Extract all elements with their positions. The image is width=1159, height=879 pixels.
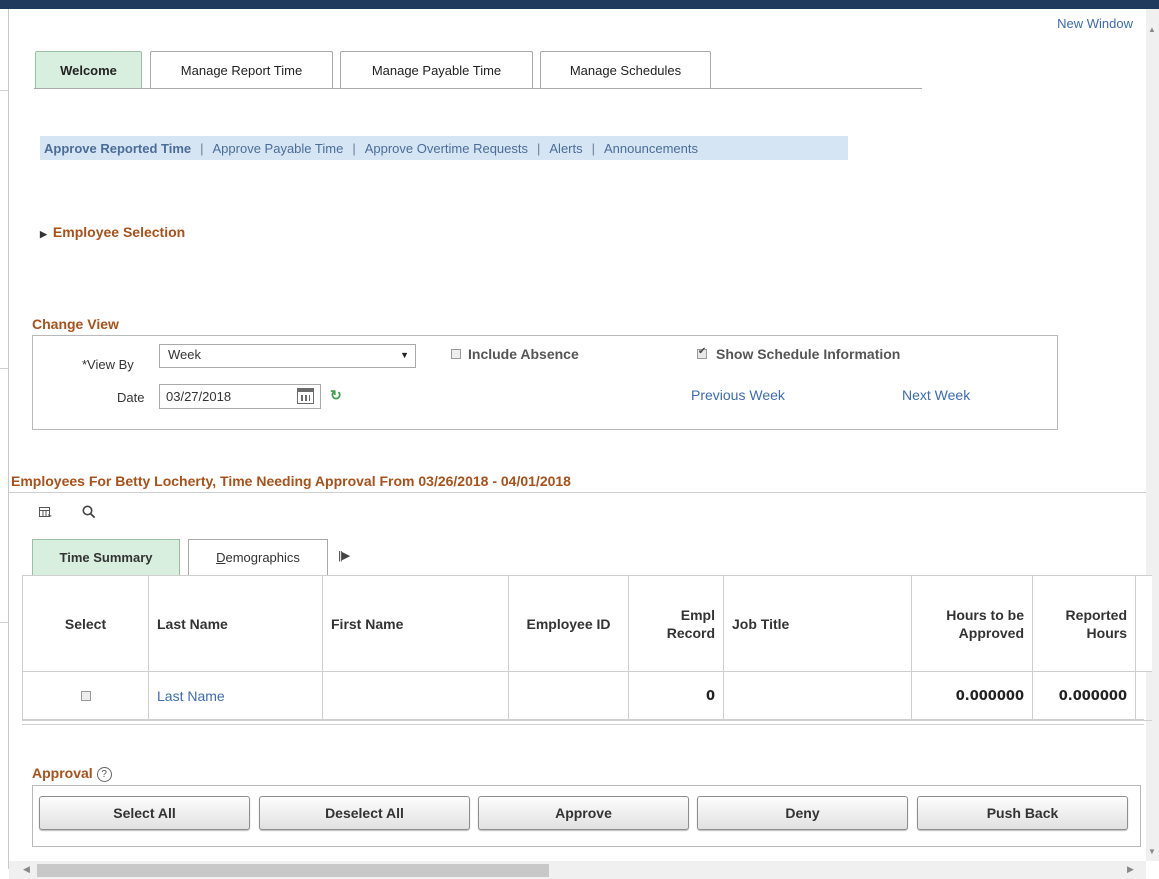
vertical-scrollbar[interactable]: ▲ ▼ <box>1146 9 1159 861</box>
select-all-button[interactable]: Select All <box>39 796 250 830</box>
employee-table: Select Last Name First Name Employee ID … <box>22 575 1152 721</box>
view-by-label: *View By <box>82 357 134 372</box>
empl-record-cell: 0 <box>628 671 724 721</box>
view-by-select[interactable]: Week ▼ <box>159 344 416 368</box>
tab-manage-schedules[interactable]: Manage Schedules <box>540 51 711 88</box>
new-window-link[interactable]: New Window <box>1057 16 1133 31</box>
subnav-announcements[interactable]: Announcements <box>604 141 698 156</box>
show-schedule-label: Show Schedule Information <box>716 346 901 362</box>
hours-to-be-approved-cell: 0.000000 <box>911 671 1033 721</box>
subnav-approve-reported-time[interactable]: Approve Reported Time <box>44 141 191 156</box>
refresh-icon[interactable]: ↻ <box>330 387 342 404</box>
tab-manage-report-time[interactable]: Manage Report Time <box>150 51 333 88</box>
include-absence-option: Include Absence <box>451 346 579 362</box>
overflow-cell <box>1135 671 1152 721</box>
subnav-alerts[interactable]: Alerts <box>549 141 582 156</box>
reported-hours-cell: 0.000000 <box>1032 671 1136 721</box>
column-header-select: Select <box>22 575 149 672</box>
dropdown-caret-icon: ▼ <box>400 350 409 360</box>
top-bar <box>0 0 1159 9</box>
first-name-cell <box>322 671 509 721</box>
show-schedule-checkbox[interactable] <box>697 346 707 359</box>
reported-hours-line2: Hours <box>1086 624 1127 641</box>
subnav-separator: | <box>591 140 596 156</box>
approval-label: Approval <box>32 765 93 781</box>
show-all-columns-icon[interactable]: ||▶ <box>338 549 350 562</box>
search-icon[interactable] <box>82 505 96 519</box>
demographics-label: emographics <box>225 550 300 565</box>
column-header-job-title[interactable]: Job Title <box>723 575 912 672</box>
column-header-hours-to-be-approved[interactable]: Hours to be Approved <box>911 575 1033 672</box>
empl-record-line1: Empl <box>680 606 715 623</box>
tabs-divider <box>34 88 922 89</box>
subnav-separator: | <box>200 140 204 156</box>
column-header-reported-hours[interactable]: Reported Hours <box>1032 575 1136 672</box>
column-header-employee-id[interactable]: Employee ID <box>508 575 629 672</box>
tab-time-summary[interactable]: Time Summary <box>32 539 180 575</box>
employee-selection-toggle[interactable]: ▶ Employee Selection <box>40 224 185 240</box>
show-schedule-option: Show Schedule Information <box>697 346 900 362</box>
column-header-empl-record[interactable]: Empl Record <box>628 575 724 672</box>
scroll-down-icon[interactable]: ▼ <box>1148 847 1156 856</box>
row-select-cell <box>22 671 149 721</box>
horizontal-scrollbar[interactable]: ◀ ▶ <box>9 861 1146 879</box>
left-marker <box>0 90 8 91</box>
deselect-all-button[interactable]: Deselect All <box>259 796 470 830</box>
employee-selection-title: Employee Selection <box>52 224 186 240</box>
tab-manage-payable-time[interactable]: Manage Payable Time <box>340 51 533 88</box>
expand-triangle-icon: ▶ <box>40 229 47 239</box>
job-title-cell <box>723 671 912 721</box>
left-marker <box>0 368 8 369</box>
column-header-overflow <box>1135 575 1152 672</box>
include-absence-label: Include Absence <box>468 346 579 362</box>
table-header-row: Select Last Name First Name Employee ID … <box>22 575 1152 672</box>
subnav-separator: | <box>352 140 356 156</box>
demographics-accesskey: D <box>216 550 226 565</box>
left-marker <box>0 622 8 623</box>
table-row: Last Name 0 0.000000 0.000000 <box>22 671 1152 721</box>
grid-bottom-border <box>22 719 1144 725</box>
column-header-first-name[interactable]: First Name <box>322 575 509 672</box>
hours-to-approve-line1: Hours to be <box>946 606 1024 623</box>
reported-hours-line1: Reported <box>1065 606 1127 623</box>
last-name-cell: Last Name <box>148 671 323 721</box>
approve-button[interactable]: Approve <box>478 796 689 830</box>
hours-to-approve-line2: Approved <box>958 624 1024 641</box>
tab-demographics[interactable]: Demographics <box>188 539 328 575</box>
column-header-last-name[interactable]: Last Name <box>148 575 323 672</box>
scroll-right-icon[interactable]: ▶ <box>1127 864 1134 875</box>
change-view-title: Change View <box>32 316 119 332</box>
push-back-button[interactable]: Push Back <box>917 796 1128 830</box>
approval-title: Approval? <box>32 765 112 782</box>
left-border <box>8 9 9 869</box>
date-input[interactable]: 03/27/2018 <box>159 384 321 409</box>
scroll-thumb[interactable] <box>37 864 549 877</box>
scroll-left-icon[interactable]: ◀ <box>23 864 30 875</box>
empl-record-line2: Record <box>666 624 715 641</box>
subnav-approve-payable-time[interactable]: Approve Payable Time <box>213 141 344 156</box>
row-select-checkbox[interactable] <box>80 691 91 701</box>
date-value: 03/27/2018 <box>166 389 232 404</box>
calendar-icon[interactable] <box>297 388 314 404</box>
include-absence-checkbox[interactable] <box>451 349 461 359</box>
sub-navigation: Approve Reported Time | Approve Payable … <box>40 136 848 160</box>
subnav-separator: | <box>537 140 541 156</box>
personalize-grid-icon[interactable] <box>39 507 53 519</box>
previous-week-link[interactable]: Previous Week <box>691 387 785 403</box>
view-by-value: Week <box>168 347 201 362</box>
tab-welcome[interactable]: Welcome <box>35 51 142 88</box>
next-week-link[interactable]: Next Week <box>902 387 970 403</box>
subnav-approve-overtime-requests[interactable]: Approve Overtime Requests <box>365 141 528 156</box>
grid-title: Employees For Betty Locherty, Time Needi… <box>11 473 571 489</box>
date-label: Date <box>117 390 145 405</box>
employee-id-cell <box>508 671 629 721</box>
scroll-up-icon[interactable]: ▲ <box>1148 25 1156 34</box>
help-icon[interactable]: ? <box>96 767 112 782</box>
last-name-link[interactable]: Last Name <box>157 688 225 704</box>
deny-button[interactable]: Deny <box>697 796 908 830</box>
